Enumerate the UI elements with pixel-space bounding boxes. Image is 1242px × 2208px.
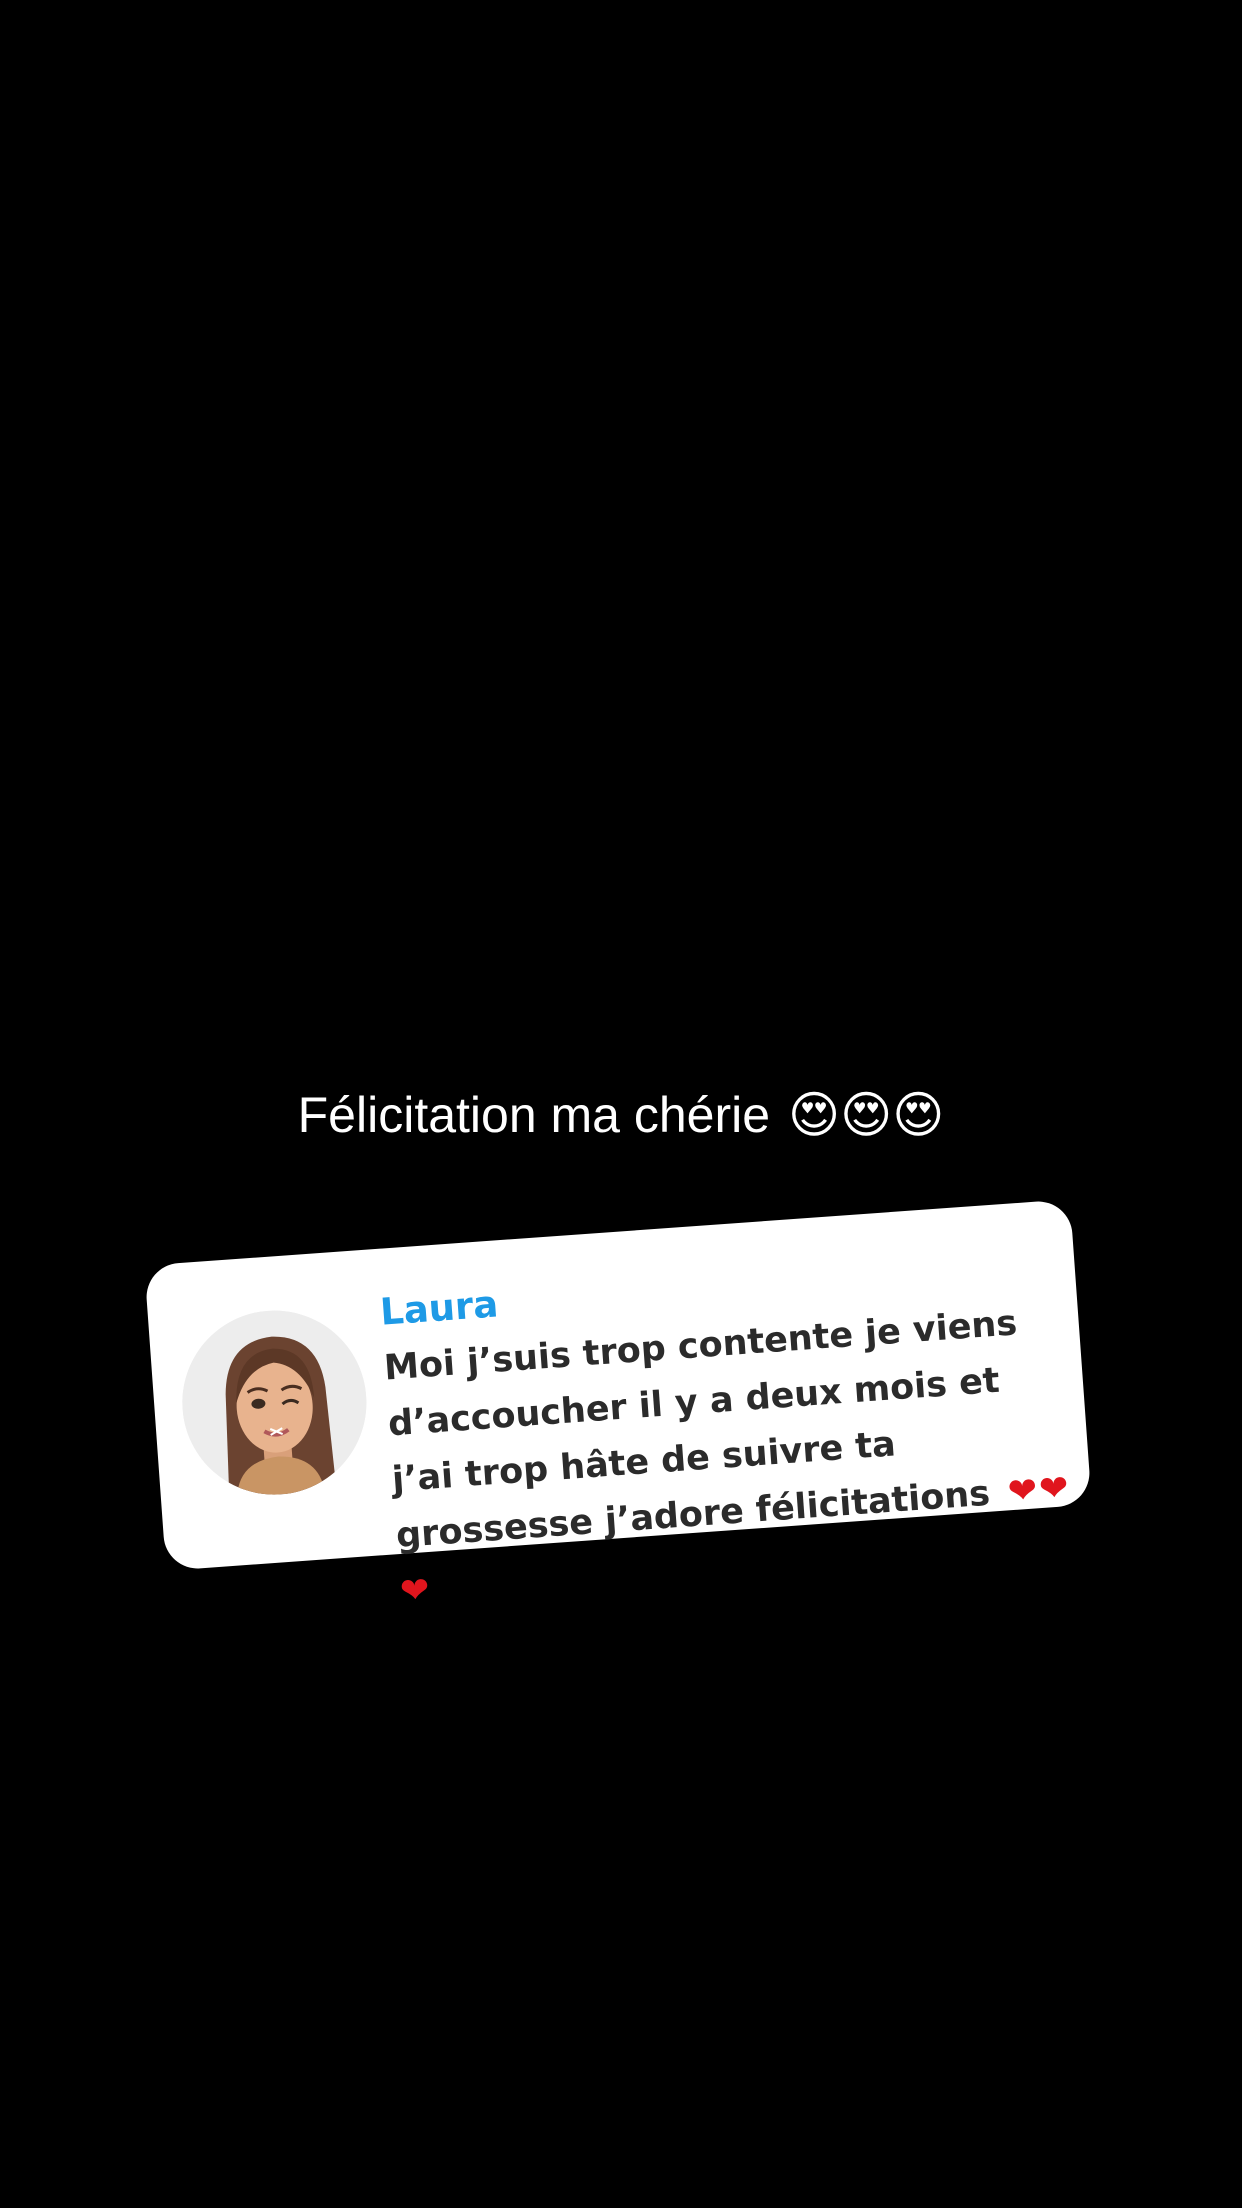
reply-message-text: Moi j’suis trop contente je viens d’acco… (382, 1303, 1019, 1557)
caption-text: Félicitation ma chérie (297, 1087, 771, 1143)
comment-reply-sticker[interactable]: Laura Moi j’suis trop contente je viens … (144, 1199, 1092, 1612)
reply-message: Moi j’suis trop contente je viens d’acco… (382, 1292, 1076, 1620)
bitmoji-avatar-icon (176, 1304, 373, 1501)
reply-username: Laura (378, 1282, 500, 1334)
story-caption: Félicitation ma chérie 😍😍😍 (0, 1080, 1242, 1150)
heart-eyes-emoji-icon: 😍😍😍 (787, 1086, 945, 1144)
